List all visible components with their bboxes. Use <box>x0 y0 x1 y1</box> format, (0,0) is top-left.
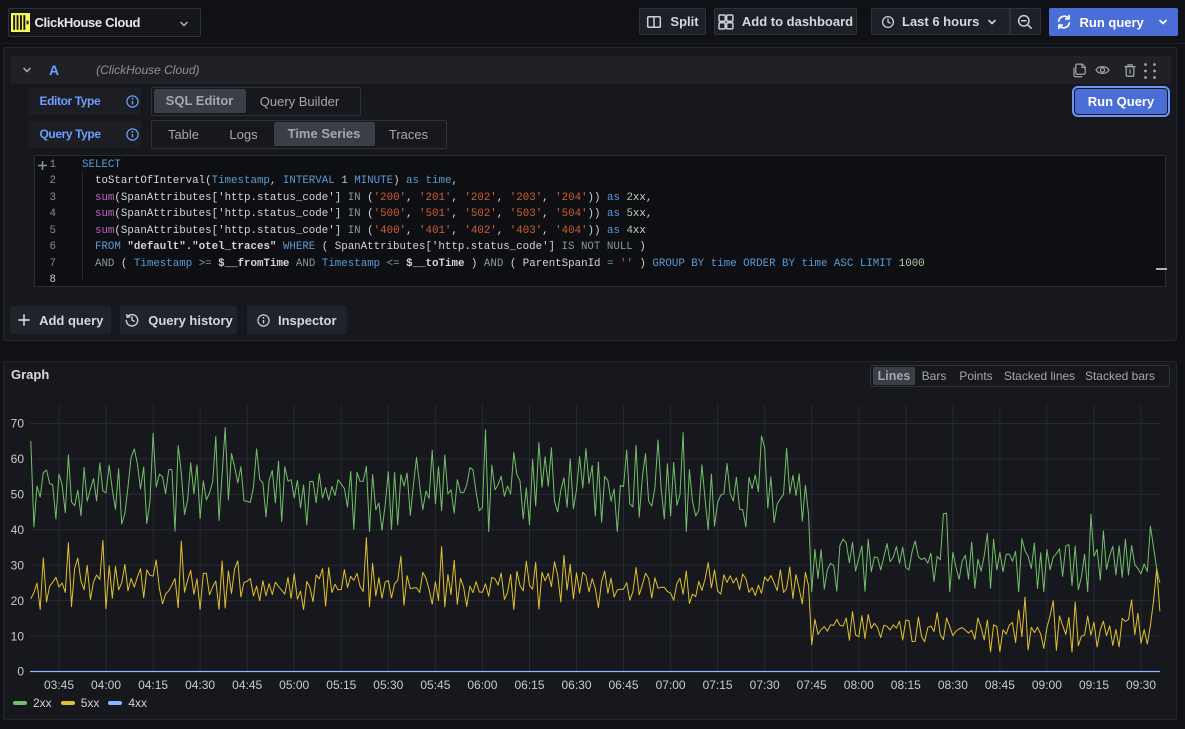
svg-text:08:00: 08:00 <box>844 678 874 692</box>
svg-text:09:00: 09:00 <box>1032 678 1062 692</box>
svg-text:04:00: 04:00 <box>91 678 121 692</box>
svg-text:30: 30 <box>11 558 25 572</box>
svg-text:04:30: 04:30 <box>185 678 215 692</box>
svg-text:10: 10 <box>11 629 25 643</box>
svg-text:06:45: 06:45 <box>608 678 638 692</box>
svg-text:07:45: 07:45 <box>797 678 827 692</box>
svg-text:40: 40 <box>11 523 25 537</box>
svg-text:07:15: 07:15 <box>703 678 733 692</box>
svg-text:05:45: 05:45 <box>420 678 450 692</box>
svg-text:08:15: 08:15 <box>891 678 921 692</box>
svg-text:60: 60 <box>11 452 25 466</box>
svg-text:06:30: 06:30 <box>561 678 591 692</box>
svg-text:06:00: 06:00 <box>467 678 497 692</box>
svg-text:07:30: 07:30 <box>750 678 780 692</box>
svg-text:04:15: 04:15 <box>138 678 168 692</box>
svg-text:08:45: 08:45 <box>985 678 1015 692</box>
svg-text:09:15: 09:15 <box>1079 678 1109 692</box>
svg-text:05:15: 05:15 <box>326 678 356 692</box>
svg-text:08:30: 08:30 <box>938 678 968 692</box>
svg-text:04:45: 04:45 <box>232 678 262 692</box>
svg-text:03:45: 03:45 <box>44 678 74 692</box>
svg-text:05:30: 05:30 <box>373 678 403 692</box>
svg-text:09:30: 09:30 <box>1126 678 1156 692</box>
svg-text:06:15: 06:15 <box>514 678 544 692</box>
svg-text:0: 0 <box>17 665 24 679</box>
svg-text:70: 70 <box>11 417 25 431</box>
svg-text:05:00: 05:00 <box>279 678 309 692</box>
svg-text:50: 50 <box>11 488 25 502</box>
svg-text:20: 20 <box>11 594 25 608</box>
svg-text:07:00: 07:00 <box>656 678 686 692</box>
